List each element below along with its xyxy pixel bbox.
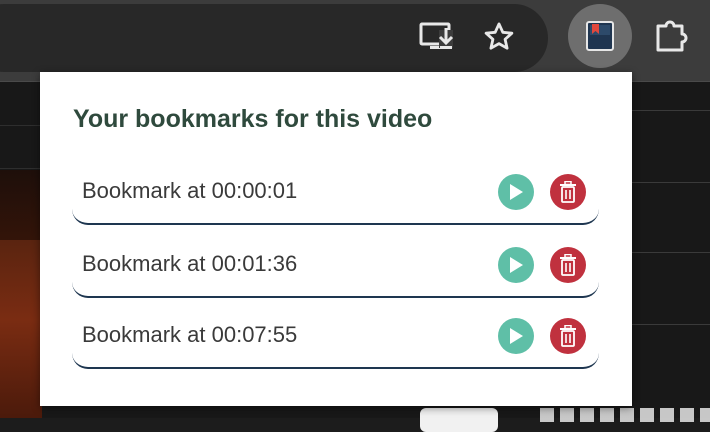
install-app-icon[interactable] bbox=[418, 18, 456, 56]
play-icon bbox=[510, 184, 523, 200]
bookmark-item: Bookmark at 00:07:55 bbox=[72, 317, 599, 369]
bookmark-label: Bookmark at 00:07:55 bbox=[82, 322, 298, 347]
address-bar[interactable] bbox=[0, 4, 548, 72]
divider bbox=[632, 324, 710, 325]
browser-toolbar bbox=[0, 0, 710, 82]
play-button[interactable] bbox=[498, 174, 534, 210]
play-button[interactable] bbox=[498, 247, 534, 283]
play-icon bbox=[510, 328, 523, 344]
filter-chip[interactable] bbox=[420, 408, 498, 432]
divider bbox=[632, 182, 710, 183]
bookmark-label: Bookmark at 00:01:36 bbox=[82, 251, 298, 276]
divider bbox=[632, 110, 710, 111]
star-icon[interactable] bbox=[480, 18, 518, 56]
video-thumbnail-edge bbox=[0, 170, 42, 240]
trash-icon bbox=[560, 181, 576, 203]
divider bbox=[0, 125, 40, 126]
video-thumbnail bbox=[0, 240, 42, 418]
play-icon bbox=[510, 257, 523, 273]
trash-icon bbox=[560, 325, 576, 347]
bookmark-extension-button[interactable] bbox=[568, 4, 632, 68]
trash-icon bbox=[560, 254, 576, 276]
popup-title: Your bookmarks for this video bbox=[73, 105, 433, 133]
divider bbox=[0, 168, 40, 169]
bookmark-item: Bookmark at 00:01:36 bbox=[72, 246, 599, 298]
delete-button[interactable] bbox=[550, 318, 586, 354]
extensions-puzzle-icon[interactable] bbox=[650, 17, 690, 57]
delete-button[interactable] bbox=[550, 247, 586, 283]
divider bbox=[632, 252, 710, 253]
bookmark-extension-icon bbox=[586, 21, 614, 51]
play-button[interactable] bbox=[498, 318, 534, 354]
background-text bbox=[540, 408, 710, 422]
bookmark-label: Bookmark at 00:00:01 bbox=[82, 178, 298, 203]
delete-button[interactable] bbox=[550, 174, 586, 210]
bookmark-item: Bookmark at 00:00:01 bbox=[72, 173, 599, 225]
bookmarks-popup: Your bookmarks for this video Bookmark a… bbox=[40, 72, 632, 406]
